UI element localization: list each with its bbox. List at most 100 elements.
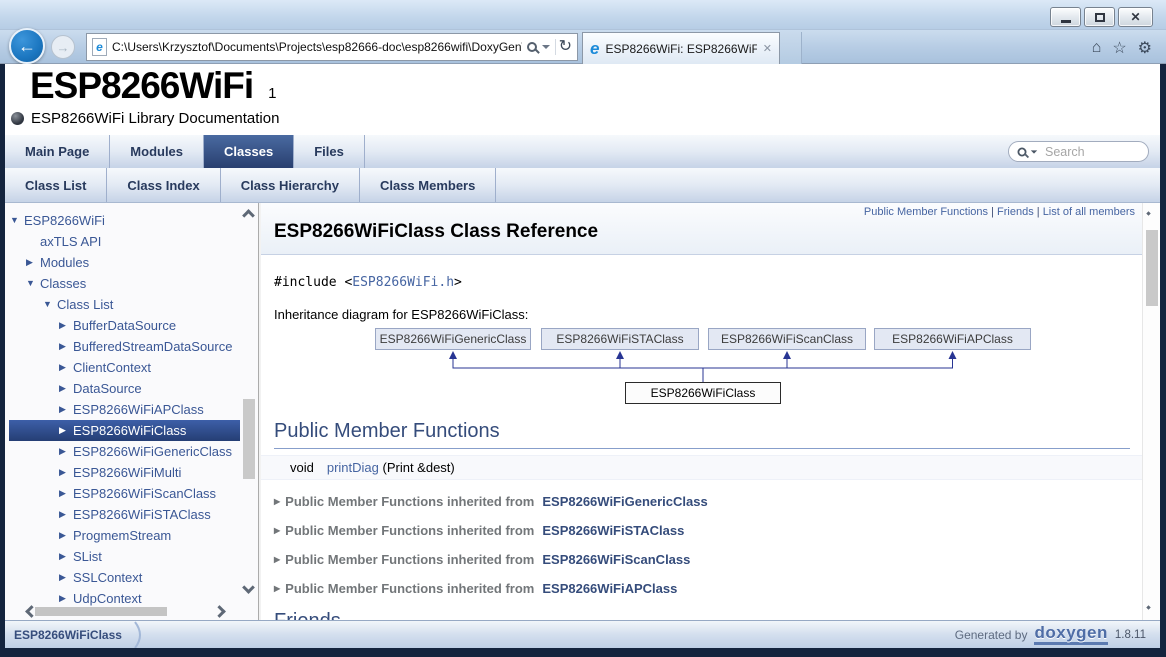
tree-expand-icon[interactable] [59, 488, 66, 499]
sidebar-item-sslcontext[interactable]: SSLContext [5, 567, 240, 588]
tree-expand-icon[interactable] [26, 278, 35, 288]
tree-expand-icon[interactable] [10, 215, 19, 225]
tree-expand-icon[interactable] [59, 551, 66, 562]
sidebar-item-label: SSLContext [73, 570, 142, 585]
sidebar-item-datasource[interactable]: DataSource [5, 378, 240, 399]
address-bar[interactable]: e ↻ [86, 33, 578, 61]
tab-files[interactable]: Files [294, 135, 365, 168]
scroll-up-icon[interactable] [242, 209, 255, 222]
sidebar-item-progmemstream[interactable]: ProgmemStream [5, 525, 240, 546]
tree-expand-icon[interactable] [59, 320, 66, 331]
tree-expand-icon[interactable] [59, 446, 66, 457]
diagram-node-esp8266wifiscanclass[interactable]: ESP8266WiFiScanClass [708, 328, 866, 350]
summary-link-friends[interactable]: Friends [997, 206, 1034, 218]
sidebar-item-bufferedstreamdatasource[interactable]: BufferedStreamDataSource [5, 336, 240, 357]
new-tab-button[interactable] [780, 32, 802, 64]
inherited-class-link[interactable]: ESP8266WiFiAPClass [542, 581, 677, 596]
maximize-button[interactable] [1084, 7, 1115, 27]
doxygen-logo[interactable]: doxygen [1034, 624, 1107, 645]
refresh-icon[interactable]: ↻ [555, 39, 572, 55]
search-icon[interactable] [1018, 147, 1027, 156]
tree-expand-icon[interactable] [43, 299, 52, 309]
close-button[interactable]: ✕ [1118, 7, 1153, 27]
sidebar-item-esp8266wificlass[interactable]: ESP8266WiFiClass [9, 420, 240, 441]
home-icon[interactable]: ⌂ [1092, 39, 1102, 57]
settings-gear-icon[interactable]: ⚙ [1138, 38, 1152, 58]
inherited-section-esp8266wifigenericclass[interactable]: Public Member Functions inherited fromES… [274, 494, 1142, 509]
summary-link-list-of-all-members[interactable]: List of all members [1043, 206, 1135, 218]
breadcrumb[interactable]: ESP8266WiFiClass [14, 628, 122, 642]
chevron-down-icon[interactable] [1031, 150, 1037, 153]
sidebar-item-esp8266wifimulti[interactable]: ESP8266WiFiMulti [5, 462, 240, 483]
tree-expand-icon[interactable] [59, 572, 66, 583]
summary-link-public-member-functions[interactable]: Public Member Functions [864, 206, 988, 218]
sidebar-item-esp8266wifigenericclass[interactable]: ESP8266WiFiGenericClass [5, 441, 240, 462]
search-input[interactable] [1041, 145, 1140, 159]
tree-expand-icon[interactable] [26, 257, 33, 268]
diagram-node-esp8266wifiapclass[interactable]: ESP8266WiFiAPClass [874, 328, 1031, 350]
tab-modules[interactable]: Modules [110, 135, 204, 168]
inherited-class-link[interactable]: ESP8266WiFiScanClass [542, 552, 690, 567]
sidebar-item-modules[interactable]: Modules [5, 252, 240, 273]
diagram-node-esp8266wificlass[interactable]: ESP8266WiFiClass [625, 382, 781, 404]
content-vertical-scrollbar[interactable] [1142, 203, 1160, 620]
sidebar-item-bufferdatasource[interactable]: BufferDataSource [5, 315, 240, 336]
sidebar-item-class-list[interactable]: Class List [5, 294, 240, 315]
inherited-section-esp8266wifiscanclass[interactable]: Public Member Functions inherited fromES… [274, 552, 1142, 567]
expand-arrow-icon[interactable] [274, 555, 280, 564]
scroll-down-icon[interactable] [1146, 605, 1150, 609]
favorites-star-icon[interactable]: ☆ [1112, 38, 1126, 58]
chevron-down-icon[interactable] [542, 45, 550, 49]
minimize-button[interactable] [1050, 7, 1081, 27]
url-input[interactable] [112, 40, 522, 54]
tab-main-page[interactable]: Main Page [5, 135, 110, 168]
sidebar-horizontal-scrollbar[interactable] [5, 602, 240, 620]
sidebar-item-esp8266wifiscanclass[interactable]: ESP8266WiFiScanClass [5, 483, 240, 504]
inherited-section-esp8266wifistaclass[interactable]: Public Member Functions inherited fromES… [274, 523, 1142, 538]
inherited-section-esp8266wifiapclass[interactable]: Public Member Functions inherited fromES… [274, 581, 1142, 596]
tab-class-index[interactable]: Class Index [107, 168, 220, 202]
tab-close-icon[interactable]: ✕ [763, 42, 772, 55]
forward-arrow-icon: → [57, 40, 70, 55]
member-link-printdiag[interactable]: printDiag [327, 460, 379, 475]
forward-button[interactable]: → [51, 35, 75, 59]
include-file-link[interactable]: ESP8266WiFi.h [352, 275, 454, 290]
diagram-node-esp8266wifistaclass[interactable]: ESP8266WiFiSTAClass [541, 328, 699, 350]
scrollbar-thumb[interactable] [35, 607, 167, 616]
scroll-down-icon[interactable] [242, 581, 255, 594]
sidebar-item-esp8266wifiapclass[interactable]: ESP8266WiFiAPClass [5, 399, 240, 420]
scrollbar-thumb[interactable] [243, 399, 255, 479]
scrollbar-thumb[interactable] [1146, 230, 1158, 306]
tree-expand-icon[interactable] [59, 467, 66, 478]
sidebar-item-classes[interactable]: Classes [5, 273, 240, 294]
sidebar-item-slist[interactable]: SList [5, 546, 240, 567]
sidebar-item-esp8266wifi[interactable]: ESP8266WiFi [5, 210, 240, 231]
tree-expand-icon[interactable] [59, 509, 66, 520]
diagram-node-esp8266wifigenericclass[interactable]: ESP8266WiFiGenericClass [375, 328, 531, 350]
sidebar-item-esp8266wifistaclass[interactable]: ESP8266WiFiSTAClass [5, 504, 240, 525]
expand-arrow-icon[interactable] [274, 497, 280, 506]
browser-tab[interactable]: e ESP8266WiFi: ESP8266WiFi... ✕ [582, 32, 780, 64]
sidebar-item-axtls-api[interactable]: axTLS API [5, 231, 240, 252]
expand-arrow-icon[interactable] [274, 526, 280, 535]
tree-expand-icon[interactable] [59, 425, 66, 436]
tree-expand-icon[interactable] [59, 383, 66, 394]
back-button[interactable]: ← [9, 28, 45, 64]
tree-expand-icon[interactable] [59, 404, 66, 415]
inherited-class-link[interactable]: ESP8266WiFiGenericClass [542, 494, 707, 509]
tree-expand-icon[interactable] [59, 362, 66, 373]
tab-class-list[interactable]: Class List [5, 168, 107, 202]
scroll-right-icon[interactable] [213, 605, 226, 618]
search-box[interactable] [1008, 141, 1149, 162]
inherited-class-link[interactable]: ESP8266WiFiSTAClass [542, 523, 684, 538]
tree-expand-icon[interactable] [59, 341, 66, 352]
tab-classes[interactable]: Classes [204, 135, 294, 168]
scroll-up-icon[interactable] [1146, 211, 1150, 215]
tree-expand-icon[interactable] [59, 530, 66, 541]
tab-class-hierarchy[interactable]: Class Hierarchy [221, 168, 360, 202]
sidebar-vertical-scrollbar[interactable] [240, 203, 258, 602]
sidebar-item-clientcontext[interactable]: ClientContext [5, 357, 240, 378]
expand-arrow-icon[interactable] [274, 584, 280, 593]
tab-class-members[interactable]: Class Members [360, 168, 496, 202]
search-icon[interactable] [527, 42, 537, 52]
